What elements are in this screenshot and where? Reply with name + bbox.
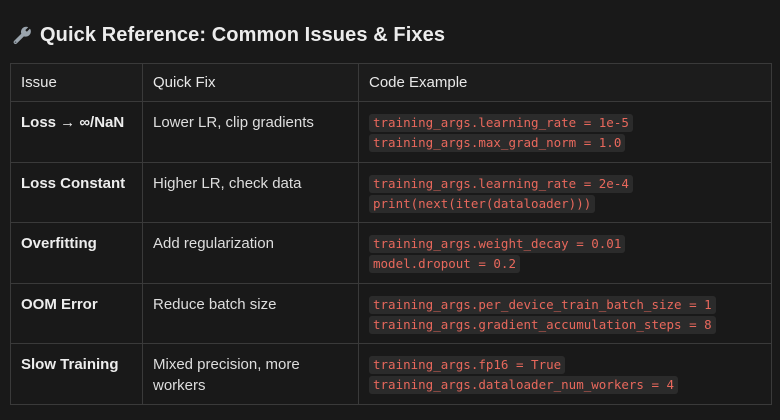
- code-snippet: training_args.max_grad_norm = 1.0: [369, 134, 626, 152]
- issue-cell: Overfitting: [10, 222, 143, 284]
- fix-cell: Higher LR, check data: [142, 161, 359, 223]
- table-row: Loss Constant Higher LR, check data trai…: [10, 161, 772, 223]
- issue-cell: OOM Error: [10, 282, 143, 344]
- table-row: Slow Training Mixed precision, more work…: [10, 343, 772, 405]
- code-snippet: training_args.dataloader_num_workers = 4: [369, 376, 679, 394]
- code-snippet: training_args.weight_decay = 0.01: [369, 235, 626, 253]
- code-cell: training_args.fp16 = True training_args.…: [358, 343, 772, 405]
- fix-cell: Reduce batch size: [142, 282, 359, 344]
- page-title-text: Quick Reference: Common Issues & Fixes: [40, 23, 446, 46]
- code-snippet: print(next(iter(dataloader))): [369, 194, 596, 213]
- code-cell: training_args.per_device_train_batch_siz…: [358, 282, 772, 344]
- wrench-icon: [10, 23, 34, 47]
- page-title: Quick Reference: Common Issues & Fixes: [10, 20, 445, 50]
- code-cell: training_args.learning_rate = 1e-5 train…: [358, 101, 772, 163]
- table-row: OOM Error Reduce batch size training_arg…: [10, 282, 772, 344]
- code-snippet: model.dropout = 0.2: [369, 255, 520, 273]
- code-snippet: training_args.learning_rate = 1e-5: [369, 114, 633, 132]
- code-cell: training_args.weight_decay = 0.01 model.…: [358, 222, 772, 284]
- column-header-issue: Issue: [10, 63, 143, 102]
- code-snippet: training_args.fp16 = True: [369, 356, 566, 374]
- fix-cell: Mixed precision, more workers: [142, 343, 359, 405]
- issue-cell: Loss Constant: [10, 161, 143, 223]
- code-snippet: training_args.learning_rate = 2e-4: [369, 174, 633, 193]
- issues-table: Issue Quick Fix Code Example Loss → ∞/Na…: [10, 63, 772, 405]
- code-snippet: training_args.gradient_accumulation_step…: [369, 315, 716, 334]
- column-header-code-example: Code Example: [358, 63, 772, 102]
- issue-cell: Slow Training: [10, 343, 143, 405]
- table-row: Loss → ∞/NaN Lower LR, clip gradients tr…: [10, 101, 772, 163]
- table-row: Overfitting Add regularization training_…: [10, 222, 772, 284]
- code-cell: training_args.learning_rate = 2e-4 print…: [358, 161, 772, 223]
- fix-cell: Add regularization: [142, 222, 359, 284]
- table-header-row: Issue Quick Fix Code Example: [10, 63, 772, 102]
- column-header-quick-fix: Quick Fix: [142, 63, 359, 102]
- issue-cell: Loss → ∞/NaN: [10, 101, 143, 163]
- code-snippet: training_args.per_device_train_batch_siz…: [369, 295, 716, 314]
- fix-cell: Lower LR, clip gradients: [142, 101, 359, 163]
